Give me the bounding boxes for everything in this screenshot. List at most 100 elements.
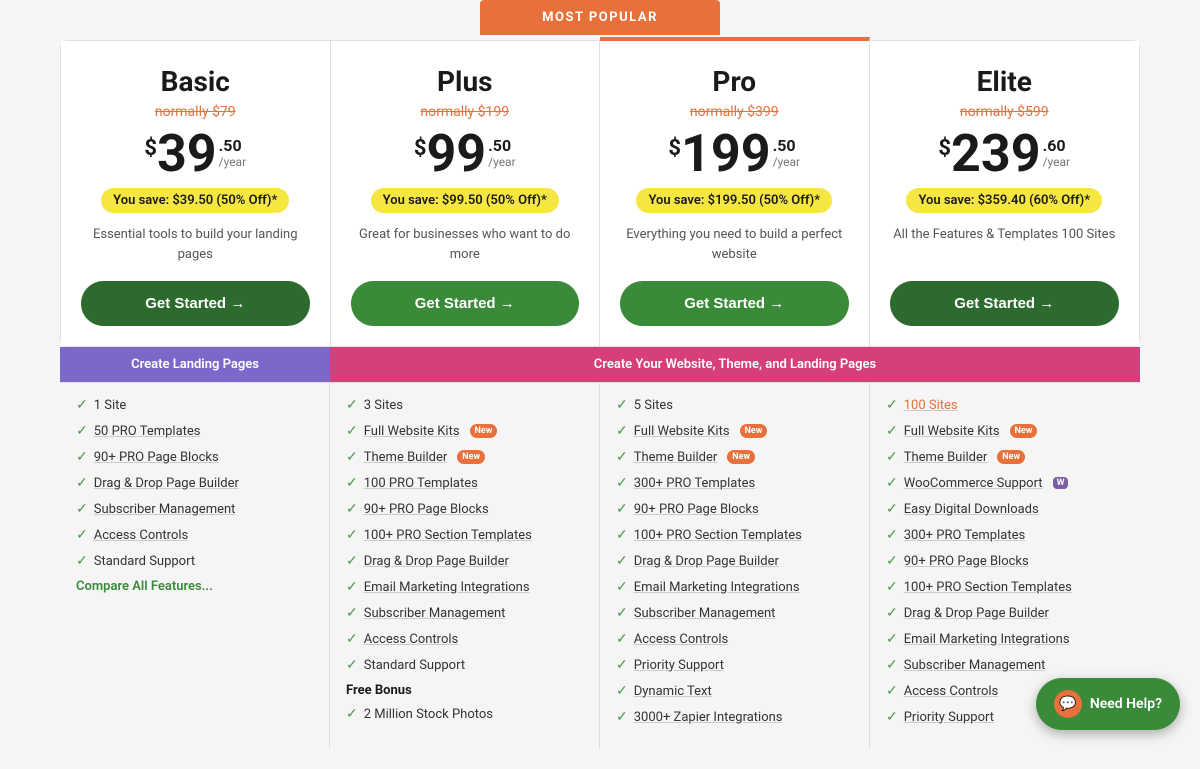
feature-plus-section-templates: ✓ 100+ PRO Section Templates: [346, 527, 583, 543]
feature-pro-dynamic-text: ✓ Dynamic Text: [616, 683, 853, 699]
check-icon: ✓: [616, 397, 628, 413]
features-grid: ✓ 1 Site ✓ 50 PRO Templates ✓ 90+ PRO Pa…: [60, 382, 1140, 749]
feature-elite-100-sites: ✓ 100 Sites: [886, 397, 1124, 413]
price-main-elite: 239: [951, 128, 1041, 180]
feature-basic-1-site: ✓ 1 Site: [76, 397, 313, 413]
check-icon: ✓: [886, 423, 898, 439]
feature-plus-email: ✓ Email Marketing Integrations: [346, 579, 583, 595]
feature-plus-stock-photos: ✓ 2 Million Stock Photos: [346, 706, 583, 722]
feature-plus-website-kits: ✓ Full Website Kits New: [346, 423, 583, 439]
plan-normal-price-pro: normally $399: [620, 104, 849, 120]
price-cents-pro: .50: [773, 136, 801, 155]
feature-plus-theme-builder: ✓ Theme Builder New: [346, 449, 583, 465]
new-badge: New: [727, 450, 755, 464]
chat-label: Need Help?: [1090, 696, 1162, 712]
check-icon: ✓: [886, 657, 898, 673]
check-icon: ✓: [346, 501, 358, 517]
price-row-plus: $ 99 .50 /year: [351, 128, 580, 180]
price-main-pro: 199: [681, 128, 771, 180]
new-badge: New: [470, 424, 498, 438]
check-icon: ✓: [616, 631, 628, 647]
price-cents-basic: .50: [219, 136, 247, 155]
feature-basic-access: ✓ Access Controls: [76, 527, 313, 543]
price-row-basic: $ 39 .50 /year: [81, 128, 310, 180]
get-started-button-pro[interactable]: Get Started →: [620, 281, 849, 326]
new-badge: New: [997, 450, 1025, 464]
chat-icon: 💬: [1054, 690, 1082, 718]
feature-pro-access: ✓ Access Controls: [616, 631, 853, 647]
check-icon: ✓: [346, 475, 358, 491]
feature-basic-support: ✓ Standard Support: [76, 553, 313, 569]
check-icon: ✓: [886, 579, 898, 595]
check-icon: ✓: [616, 709, 628, 725]
dollar-sign-elite: $: [938, 136, 951, 161]
feature-pro-section-templates: ✓ 100+ PRO Section Templates: [616, 527, 853, 543]
feature-elite-theme-builder: ✓ Theme Builder New: [886, 449, 1124, 465]
feature-plus-support: ✓ Standard Support: [346, 657, 583, 673]
check-icon: ✓: [346, 605, 358, 621]
section-label-basic: Create Landing Pages: [60, 347, 330, 382]
feature-pro-email: ✓ Email Marketing Integrations: [616, 579, 853, 595]
plan-name-plus: Plus: [351, 65, 580, 98]
chat-bubble[interactable]: 💬 Need Help?: [1036, 678, 1180, 730]
check-icon: ✓: [76, 449, 88, 465]
savings-badge-plus: You save: $99.50 (50% Off)*: [371, 188, 559, 213]
check-icon: ✓: [886, 683, 898, 699]
price-row-elite: $ 239 .60 /year: [890, 128, 1120, 180]
check-icon: ✓: [616, 501, 628, 517]
check-icon: ✓: [886, 605, 898, 621]
feature-pro-priority: ✓ Priority Support: [616, 657, 853, 673]
feature-pro-5-sites: ✓ 5 Sites: [616, 397, 853, 413]
plan-desc-pro: Everything you need to build a perfect w…: [620, 225, 849, 265]
feature-pro-subscriber: ✓ Subscriber Management: [616, 605, 853, 621]
check-icon: ✓: [886, 475, 898, 491]
feature-basic-drag-drop: ✓ Drag & Drop Page Builder: [76, 475, 313, 491]
feature-elite-templates: ✓ 300+ PRO Templates: [886, 527, 1124, 543]
price-year-plus: /year: [488, 155, 516, 169]
feature-plus-drag-drop: ✓ Drag & Drop Page Builder: [346, 553, 583, 569]
check-icon: ✓: [616, 449, 628, 465]
feature-plus-page-blocks: ✓ 90+ PRO Page Blocks: [346, 501, 583, 517]
feature-basic-subscriber: ✓ Subscriber Management: [76, 501, 313, 517]
plan-normal-price-basic: normally $79: [81, 104, 310, 120]
feature-elite-page-blocks: ✓ 90+ PRO Page Blocks: [886, 553, 1124, 569]
plan-desc-plus: Great for businesses who want to do more: [351, 225, 580, 265]
woo-badge: W: [1053, 477, 1069, 489]
most-popular-badge: MOST POPULAR: [480, 0, 720, 35]
feature-elite-woo: ✓ WooCommerce Support W: [886, 475, 1124, 491]
check-icon: ✓: [616, 553, 628, 569]
section-label-plus-pro-elite: Create Your Website, Theme, and Landing …: [330, 347, 1140, 382]
get-started-button-basic[interactable]: Get Started →: [81, 281, 310, 326]
feature-plus-templates: ✓ 100 PRO Templates: [346, 475, 583, 491]
check-icon: ✓: [346, 657, 358, 673]
check-icon: ✓: [76, 553, 88, 569]
get-started-button-elite[interactable]: Get Started →: [890, 281, 1120, 326]
compare-link[interactable]: Compare All Features...: [76, 579, 313, 594]
check-icon: ✓: [886, 501, 898, 517]
check-icon: ✓: [616, 527, 628, 543]
price-row-pro: $ 199 .50 /year: [620, 128, 849, 180]
feature-plus-access: ✓ Access Controls: [346, 631, 583, 647]
dollar-sign-plus: $: [414, 136, 427, 161]
plan-normal-price-plus: normally $199: [351, 104, 580, 120]
dollar-sign-pro: $: [668, 136, 681, 161]
check-icon: ✓: [76, 397, 88, 413]
check-icon: ✓: [346, 631, 358, 647]
check-icon: ✓: [346, 397, 358, 413]
savings-badge-basic: You save: $39.50 (50% Off)*: [101, 188, 289, 213]
feature-pro-theme-builder: ✓ Theme Builder New: [616, 449, 853, 465]
check-icon: ✓: [346, 449, 358, 465]
feature-pro-website-kits: ✓ Full Website Kits New: [616, 423, 853, 439]
features-col-basic: ✓ 1 Site ✓ 50 PRO Templates ✓ 90+ PRO Pa…: [60, 383, 330, 749]
feature-elite-website-kits: ✓ Full Website Kits New: [886, 423, 1124, 439]
get-started-button-plus[interactable]: Get Started →: [351, 281, 580, 326]
price-cents-elite: .60: [1043, 136, 1071, 155]
feature-elite-edd: ✓ Easy Digital Downloads: [886, 501, 1124, 517]
feature-pro-drag-drop: ✓ Drag & Drop Page Builder: [616, 553, 853, 569]
plan-card-basic: Basic normally $79 $ 39 .50 /year You sa…: [61, 41, 331, 346]
feature-plus-3-sites: ✓ 3 Sites: [346, 397, 583, 413]
feature-plus-subscriber: ✓ Subscriber Management: [346, 605, 583, 621]
savings-badge-elite: You save: $359.40 (60% Off)*: [906, 188, 1102, 213]
check-icon: ✓: [616, 683, 628, 699]
check-icon: ✓: [616, 657, 628, 673]
